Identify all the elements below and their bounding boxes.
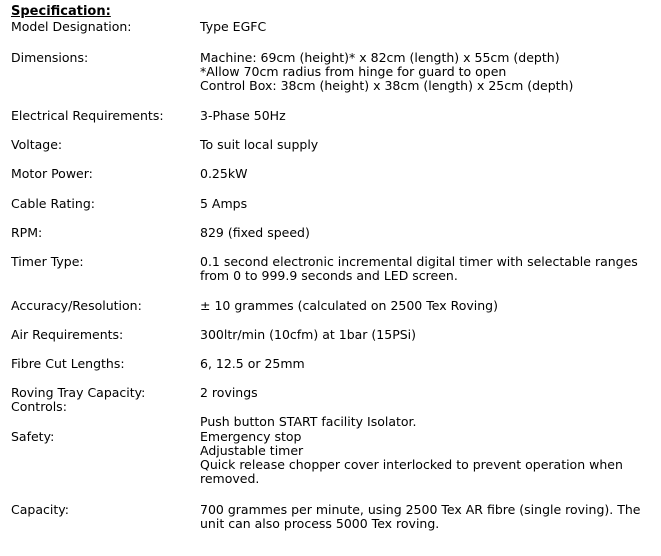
spec-value-cable-rating: 5 Amps xyxy=(200,197,650,211)
spec-value-line: from 0 to 999.9 seconds and LED screen. xyxy=(200,268,458,283)
spec-label-safety: Safety: xyxy=(11,429,55,444)
spec-value-line: To suit local supply xyxy=(200,137,319,152)
spec-value-line: Type EGFC xyxy=(200,19,267,34)
spec-value-line: *Allow 70cm radius from hinge for guard … xyxy=(200,64,507,79)
spec-label-accuracy-resolution: Accuracy/Resolution: xyxy=(11,298,142,313)
spec-value-line: Quick release chopper cover interlocked … xyxy=(200,457,623,472)
spec-value-line: Adjustable timer xyxy=(200,443,304,458)
spec-value-line: Emergency stop xyxy=(200,429,302,444)
spec-heading: Specification: xyxy=(11,4,111,19)
spec-value-line: 0.1 second electronic incremental digita… xyxy=(200,254,638,269)
spec-label-air-requirements: Air Requirements: xyxy=(11,327,124,342)
spec-label-timer-type: Timer Type: xyxy=(11,254,84,269)
spec-value-voltage: To suit local supply xyxy=(200,138,650,152)
spec-value-line: 2 rovings xyxy=(200,385,258,400)
spec-value-line: unit can also process 5000 Tex roving. xyxy=(200,516,440,531)
spec-label-motor-power: Motor Power: xyxy=(11,166,93,181)
spec-value-line: Control Box: 38cm (height) x 38cm (lengt… xyxy=(200,78,574,93)
spec-label-cable-rating: Cable Rating: xyxy=(11,196,95,211)
spec-value-line: 5 Amps xyxy=(200,196,248,211)
spec-value-capacity: 700 grammes per minute, using 2500 Tex A… xyxy=(200,503,650,531)
spec-value-line: 6, 12.5 or 25mm xyxy=(200,356,305,371)
spec-value-motor-power: 0.25kW xyxy=(200,167,650,181)
spec-value-dimensions: Machine: 69cm (height)* x 82cm (length) … xyxy=(200,51,650,93)
spec-value-line: removed. xyxy=(200,471,260,486)
spec-label-electrical-requirements: Electrical Requirements: xyxy=(11,108,164,123)
spec-label-controls: Controls: xyxy=(11,399,67,414)
spec-value-timer-type: 0.1 second electronic incremental digita… xyxy=(200,255,650,283)
spec-value-line: 0.25kW xyxy=(200,166,248,181)
spec-label-fibre-cut-lengths: Fibre Cut Lengths: xyxy=(11,356,125,371)
spec-value-accuracy-resolution: ± 10 grammes (calculated on 2500 Tex Rov… xyxy=(200,299,650,313)
spec-value-line: ± 10 grammes (calculated on 2500 Tex Rov… xyxy=(200,298,498,313)
spec-label-capacity: Capacity: xyxy=(11,502,69,517)
spec-value-line: Machine: 69cm (height)* x 82cm (length) … xyxy=(200,50,560,65)
spec-label-model-designation: Model Designation: xyxy=(11,19,132,34)
spec-label-roving-tray-capacity: Roving Tray Capacity: xyxy=(11,385,146,400)
spec-value-air-requirements: 300ltr/min (10cfm) at 1bar (15PSi) xyxy=(200,328,650,342)
spec-value-line: 829 (fixed speed) xyxy=(200,225,310,240)
spec-value-roving-tray-capacity: 2 rovings xyxy=(200,386,650,400)
spec-value-safety: Emergency stop Adjustable timer Quick re… xyxy=(200,430,650,486)
spec-value-controls: Push button START facility Isolator. xyxy=(200,415,650,429)
spec-value-line: Push button START facility Isolator. xyxy=(200,414,417,429)
spec-value-line: 700 grammes per minute, using 2500 Tex A… xyxy=(200,502,641,517)
spec-value-line: 300ltr/min (10cfm) at 1bar (15PSi) xyxy=(200,327,417,342)
spec-value-fibre-cut-lengths: 6, 12.5 or 25mm xyxy=(200,357,650,371)
spec-value-model-designation: Type EGFC xyxy=(200,20,650,34)
spec-value-rpm: 829 (fixed speed) xyxy=(200,226,650,240)
spec-label-rpm: RPM: xyxy=(11,225,43,240)
spec-label-voltage: Voltage: xyxy=(11,137,63,152)
spec-label-dimensions: Dimensions: xyxy=(11,50,89,65)
spec-value-line: 3-Phase 50Hz xyxy=(200,108,286,123)
spec-value-electrical-requirements: 3-Phase 50Hz xyxy=(200,109,650,123)
